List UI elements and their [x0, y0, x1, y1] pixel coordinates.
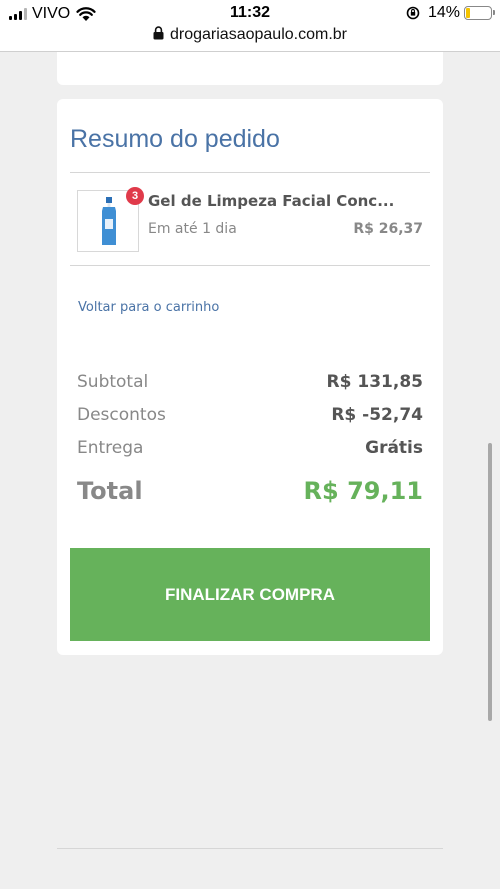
rotation-lock-icon [406, 6, 420, 20]
scrollbar[interactable] [488, 443, 492, 721]
checkout-button[interactable]: FINALIZAR COMPRA [70, 548, 430, 641]
divider [70, 265, 430, 266]
discounts-label: Descontos [77, 405, 166, 425]
subtotal-value: R$ 131,85 [326, 372, 423, 392]
back-to-cart-link[interactable]: Voltar para o carrinho [78, 300, 219, 315]
summary-title: Resumo do pedido [70, 125, 280, 153]
total-label: Total [77, 477, 143, 505]
url-bar[interactable]: drogariasaopaulo.com.br [0, 26, 500, 44]
subtotal-label: Subtotal [77, 372, 149, 392]
url-text: drogariasaopaulo.com.br [170, 26, 347, 43]
battery-percent: 14% [427, 4, 460, 21]
status-right: 14% [406, 4, 495, 22]
total-value: R$ 79,11 [303, 477, 423, 505]
status-bar: VIVO 11:32 14% drogariasaopaulo.com.br [0, 0, 500, 52]
delivery-label: Entrega [77, 438, 144, 458]
product-delivery: Em até 1 dia [148, 221, 237, 237]
lock-icon [153, 26, 164, 40]
delivery-value: Grátis [365, 438, 423, 458]
product-name[interactable]: Gel de Limpeza Facial Conc... [148, 192, 394, 210]
battery-icon [464, 6, 495, 20]
divider [70, 172, 430, 173]
product-price: R$ 26,37 [353, 221, 423, 237]
order-summary-card: Resumo do pedido 3 Gel de Limpeza Facial… [57, 99, 443, 655]
footer-divider [57, 848, 443, 849]
discounts-value: R$ -52,74 [331, 405, 423, 425]
previous-card [57, 52, 443, 85]
quantity-badge: 3 [126, 187, 144, 205]
product-bottle-icon [102, 197, 116, 245]
